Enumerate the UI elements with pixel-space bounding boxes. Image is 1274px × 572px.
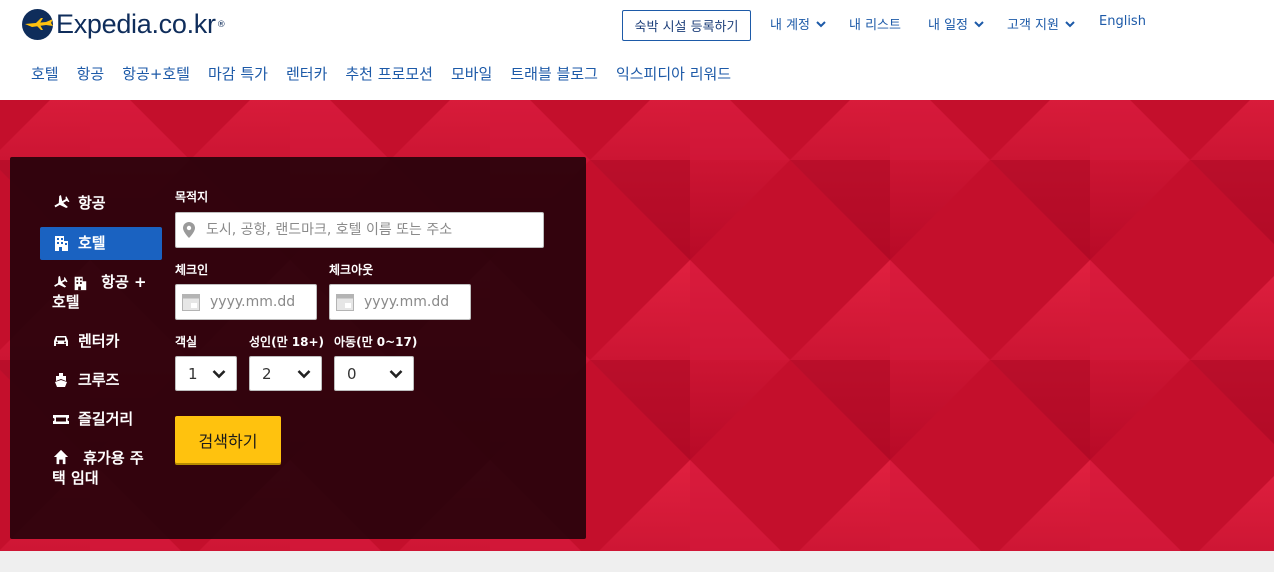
site-header: Expedia.co.kr ® 숙박 시설 등록하기 내 계정 내 리스트 내 …	[0, 0, 1274, 100]
nav-flights[interactable]: 항공	[77, 63, 105, 84]
register-property-button[interactable]: 숙박 시설 등록하기	[622, 10, 751, 41]
chevron-down-icon	[297, 369, 311, 378]
my-list-link[interactable]: 내 리스트	[849, 14, 901, 33]
nav-last-minute[interactable]: 마감 특가	[208, 63, 268, 84]
main-nav: 호텔 항공 항공+호텔 마감 특가 렌터카 추천 프로모션 모바일 트래블 블로…	[31, 63, 749, 84]
car-icon	[54, 336, 68, 346]
rooms-label: 객실	[175, 335, 198, 349]
destination-label: 목적지	[175, 190, 209, 204]
children-value: 0	[347, 364, 357, 383]
chevron-down-icon	[389, 369, 403, 378]
chevron-down-icon	[816, 20, 826, 27]
sidebar-item-flight-hotel[interactable]: 항공 + 호텔	[40, 272, 150, 314]
nav-hotels[interactable]: 호텔	[31, 63, 59, 84]
search-button[interactable]: 검색하기	[175, 416, 281, 463]
sidebar-item-vacation-rentals[interactable]: 휴가용 주택 임대	[40, 448, 152, 490]
nav-mobile[interactable]: 모바일	[451, 63, 492, 84]
my-account-label: 내 계정	[770, 18, 811, 33]
house-icon	[53, 449, 69, 465]
sidebar-item-hotels[interactable]: 호텔	[40, 227, 162, 260]
sidebar-item-label: 호텔	[78, 234, 106, 252]
chevron-down-icon	[212, 369, 226, 378]
nav-promotions[interactable]: 추천 프로모션	[345, 63, 433, 84]
calendar-icon	[182, 293, 200, 311]
rooms-select[interactable]: 1	[175, 356, 237, 391]
search-panel: 항공 호텔 항공 + 호텔 렌터카 크루즈 즐길거리 휴가용 주택 임대 목적지	[10, 157, 586, 539]
destination-field[interactable]	[175, 212, 544, 248]
building-icon	[55, 236, 68, 251]
checkout-field[interactable]	[329, 284, 471, 320]
support-label: 고객 지원	[1007, 18, 1059, 33]
sidebar-item-cruise[interactable]: 크루즈	[40, 370, 162, 392]
calendar-icon	[336, 293, 354, 311]
my-trips-label: 내 일정	[928, 18, 969, 33]
cruise-icon	[55, 373, 67, 387]
my-account-menu[interactable]: 내 계정	[770, 14, 826, 33]
checkin-label: 체크인	[175, 263, 209, 277]
checkin-input[interactable]	[210, 294, 316, 310]
nav-flight-hotel[interactable]: 항공+호텔	[122, 63, 190, 84]
language-link[interactable]: English	[1099, 14, 1146, 29]
sidebar-item-car-rental[interactable]: 렌터카	[40, 331, 162, 353]
my-trips-menu[interactable]: 내 일정	[928, 14, 984, 33]
map-pin-icon	[183, 222, 195, 238]
sidebar-item-activities[interactable]: 즐길거리	[40, 409, 162, 431]
chevron-down-icon	[974, 20, 984, 27]
support-menu[interactable]: 고객 지원	[1007, 14, 1075, 33]
sidebar-item-label: 렌터카	[78, 332, 120, 350]
plane-icon	[54, 275, 68, 287]
adults-select[interactable]: 2	[249, 356, 322, 391]
nav-travel-blog[interactable]: 트래블 블로그	[510, 63, 598, 84]
ticket-icon	[53, 415, 69, 424]
destination-input[interactable]	[206, 222, 543, 238]
rooms-value: 1	[188, 364, 198, 383]
building-icon	[74, 276, 87, 290]
nav-rewards[interactable]: 익스피디아 리워드	[616, 63, 731, 84]
checkout-input[interactable]	[364, 294, 470, 310]
trademark: ®	[216, 19, 226, 30]
nav-car-rental[interactable]: 렌터카	[286, 63, 327, 84]
children-select[interactable]: 0	[334, 356, 414, 391]
chevron-down-icon	[1065, 20, 1075, 27]
sidebar-item-label: 크루즈	[78, 371, 120, 389]
checkout-label: 체크아웃	[329, 263, 374, 277]
sidebar-item-label: 항공	[78, 194, 106, 212]
adults-value: 2	[262, 364, 272, 383]
footer-band	[0, 551, 1274, 572]
expedia-logo[interactable]: Expedia.co.kr ®	[22, 9, 226, 40]
globe-plane-icon	[22, 9, 53, 40]
children-label: 아동(만 0~17)	[334, 335, 418, 349]
plane-icon	[54, 194, 70, 209]
brand-name: Expedia.co.kr	[56, 9, 216, 39]
sidebar-item-label: 즐길거리	[78, 410, 134, 428]
adults-label: 성인(만 18+)	[249, 335, 325, 349]
checkin-field[interactable]	[175, 284, 317, 320]
sidebar-item-flights[interactable]: 항공	[40, 193, 162, 215]
